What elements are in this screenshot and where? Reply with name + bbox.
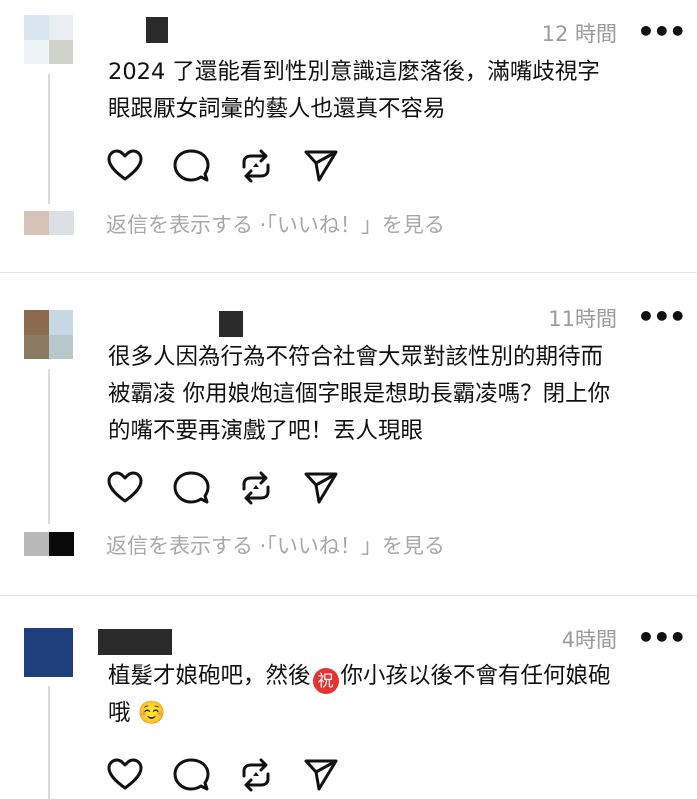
heart-icon[interactable] — [106, 147, 144, 185]
timestamp: 11時間 — [548, 307, 617, 331]
post-text-part: 植髮才娘砲吧，然後 — [108, 663, 311, 689]
send-icon[interactable] — [302, 147, 340, 185]
comment-icon[interactable] — [172, 756, 210, 794]
thread-line — [48, 686, 50, 799]
more-dots-icon[interactable]: ••• — [637, 18, 687, 46]
send-icon[interactable] — [302, 756, 340, 794]
username-redacted[interactable] — [219, 311, 243, 337]
repost-icon[interactable] — [237, 756, 275, 794]
congrats-badge: 祝 — [312, 668, 339, 694]
action-bar — [106, 756, 346, 796]
thread-line — [48, 74, 50, 204]
username-redacted[interactable] — [146, 17, 168, 43]
post-text: 植髮才娘砲吧，然後祝你小孩以後不會有任何娘砲 哦 ☺️ — [108, 658, 678, 732]
reply-link[interactable]: 返信を表示する ·「いいね！」を見る — [106, 530, 445, 560]
post-2: 11時間 ••• 很多人因為行為不符合社會大眾對該性別的期待而 被霸凌 你用娘炮… — [0, 273, 697, 594]
timestamp: 4時間 — [561, 628, 617, 652]
send-icon[interactable] — [302, 469, 340, 507]
reply-link[interactable]: 返信を表示する ·「いいね！」を見る — [106, 209, 445, 239]
post-3: 4時間 ••• 植髮才娘砲吧，然後祝你小孩以後不會有任何娘砲 哦 ☺️ — [0, 596, 697, 799]
reply-avatars — [24, 532, 74, 556]
avatar[interactable] — [24, 15, 73, 64]
reply-avatars — [24, 211, 74, 235]
comment-icon[interactable] — [172, 469, 210, 507]
more-dots-icon[interactable]: ••• — [637, 624, 687, 652]
timestamp: 12 時間 — [541, 22, 617, 46]
thread-line — [48, 369, 50, 524]
repost-icon[interactable] — [237, 469, 275, 507]
post-text: 很多人因為行為不符合社會大眾對該性別的期待而 被霸凌 你用娘炮這個字眼是想助長霸… — [108, 344, 611, 444]
more-dots-icon[interactable]: ••• — [637, 303, 687, 331]
avatar[interactable] — [24, 310, 73, 359]
avatar[interactable] — [24, 628, 73, 677]
action-bar — [106, 469, 346, 509]
post-1: 12 時間 ••• 2024 了還能看到性別意識這麼落後，滿嘴歧視字 眼跟厭女詞… — [0, 0, 697, 272]
heart-icon[interactable] — [106, 756, 144, 794]
repost-icon[interactable] — [237, 147, 275, 185]
action-bar — [106, 147, 346, 187]
comment-icon[interactable] — [172, 147, 210, 185]
heart-icon[interactable] — [106, 469, 144, 507]
post-text: 2024 了還能看到性別意識這麼落後，滿嘴歧視字 眼跟厭女詞彙的藝人也還真不容易 — [108, 59, 600, 122]
username-redacted[interactable] — [98, 629, 172, 655]
